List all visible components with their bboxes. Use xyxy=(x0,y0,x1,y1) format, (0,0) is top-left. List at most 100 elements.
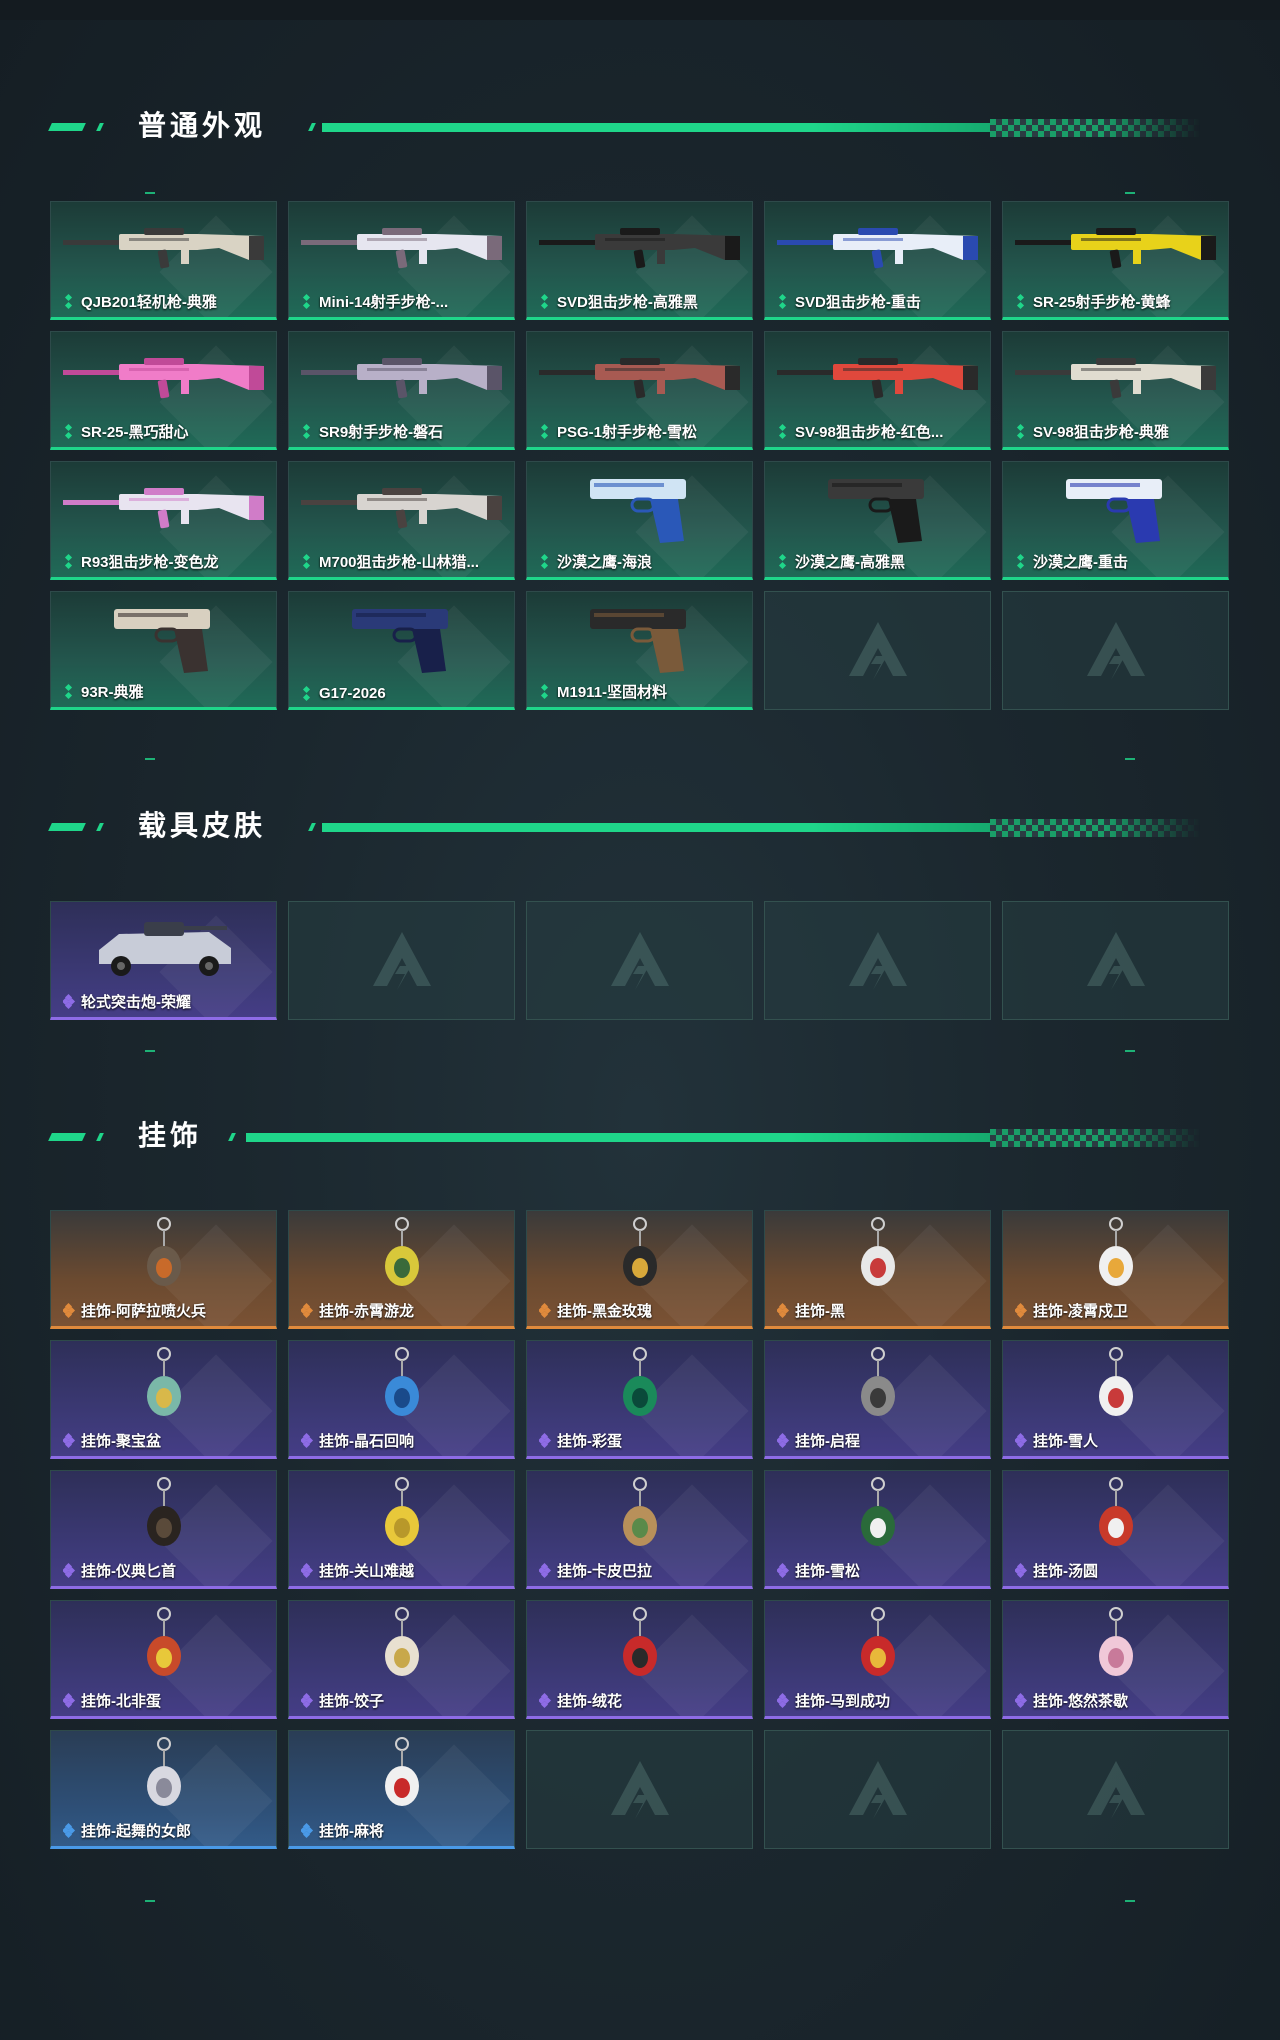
item-label-row: R93狙击步枪-变色龙 xyxy=(63,551,268,572)
rarity-diamond-icon xyxy=(1015,1432,1028,1448)
item-label-row: 挂饰-绒花 xyxy=(539,1690,744,1711)
item-card[interactable]: 挂饰-启程 xyxy=(764,1340,991,1459)
divider-tick xyxy=(145,1900,155,1902)
rarity-diamond-icon xyxy=(301,1302,314,1318)
item-label-row: SVD狙击步枪-高雅黑 xyxy=(539,291,744,312)
rarity-diamond-icon xyxy=(539,553,551,569)
divider-tick xyxy=(1125,758,1135,760)
item-label-row: M700狙击步枪-山林猎... xyxy=(301,551,506,572)
item-card[interactable]: R93狙击步枪-变色龙 xyxy=(50,461,277,580)
pistol-icon xyxy=(289,598,514,676)
item-card[interactable]: G17-2026 xyxy=(288,591,515,710)
rarity-diamond-icon xyxy=(1015,553,1027,569)
rarity-diamond-icon xyxy=(301,1432,314,1448)
empty-slot xyxy=(1002,591,1229,710)
rarity-diamond-icon xyxy=(63,1302,76,1318)
item-card[interactable]: M1911-坚固材料 xyxy=(526,591,753,710)
item-card[interactable]: SR9射手步枪-磐石 xyxy=(288,331,515,450)
item-card[interactable]: 挂饰-聚宝盆 xyxy=(50,1340,277,1459)
item-card[interactable]: SVD狙击步枪-高雅黑 xyxy=(526,201,753,320)
item-card[interactable]: M700狙击步枪-山林猎... xyxy=(288,461,515,580)
item-name: SVD狙击步枪-高雅黑 xyxy=(557,294,698,311)
item-card[interactable]: Mini-14射手步枪-... xyxy=(288,201,515,320)
item-name: SR9射手步枪-磐石 xyxy=(319,424,444,441)
rarity-diamond-icon xyxy=(1015,293,1027,309)
item-name: PSG-1射手步枪-雪松 xyxy=(557,424,698,441)
item-card[interactable]: 挂饰-彩蛋 xyxy=(526,1340,753,1459)
empty-slot xyxy=(526,1730,753,1849)
item-card[interactable]: 挂饰-卡皮巴拉 xyxy=(526,1470,753,1589)
header-accent xyxy=(96,123,104,131)
item-card[interactable]: SVD狙击步枪-重击 xyxy=(764,201,991,320)
header-accent xyxy=(96,823,104,831)
item-name: G17-2026 xyxy=(319,685,386,702)
item-card[interactable]: 挂饰-麻将 xyxy=(288,1730,515,1849)
item-card[interactable]: 轮式突击炮-荣耀 xyxy=(50,901,277,1020)
item-card[interactable]: 挂饰-悠然茶歇 xyxy=(1002,1600,1229,1719)
item-label-row: 挂饰-雪松 xyxy=(777,1560,982,1581)
sniper-rifle-icon xyxy=(765,338,990,416)
item-name: 挂饰-汤圆 xyxy=(1033,1563,1098,1580)
item-label-row: 挂饰-彩蛋 xyxy=(539,1430,744,1451)
item-card[interactable]: 挂饰-关山难越 xyxy=(288,1470,515,1589)
empty-slot xyxy=(764,591,991,710)
item-card[interactable]: 挂饰-雪松 xyxy=(764,1470,991,1589)
rarity-diamond-icon xyxy=(539,1432,552,1448)
sniper-rifle-icon xyxy=(51,468,276,546)
item-card[interactable]: 93R-典雅 xyxy=(50,591,277,710)
item-label-row: SR9射手步枪-磐石 xyxy=(301,421,506,442)
item-card[interactable]: 挂饰-雪人 xyxy=(1002,1340,1229,1459)
rarity-diamond-icon xyxy=(539,1302,552,1318)
item-card[interactable]: 挂饰-北非蛋 xyxy=(50,1600,277,1719)
rarity-diamond-icon xyxy=(63,1692,76,1708)
item-name: 挂饰-关山难越 xyxy=(319,1563,414,1580)
rarity-diamond-icon xyxy=(777,423,789,439)
item-card[interactable]: SR-25-黑巧甜心 xyxy=(50,331,277,450)
header-accent xyxy=(228,1133,236,1141)
item-card[interactable]: 沙漠之鹰-高雅黑 xyxy=(764,461,991,580)
item-label-row: 挂饰-悠然茶歇 xyxy=(1015,1690,1220,1711)
item-card[interactable]: 挂饰-马到成功 xyxy=(764,1600,991,1719)
item-card[interactable]: 挂饰-凌霄戍卫 xyxy=(1002,1210,1229,1329)
section-header: 挂饰 xyxy=(0,1116,1280,1156)
item-card[interactable]: 挂饰-阿萨拉喷火兵 xyxy=(50,1210,277,1329)
item-name: 沙漠之鹰-海浪 xyxy=(557,554,652,571)
rarity-diamond-icon xyxy=(539,423,551,439)
item-card[interactable]: QJB201轻机枪-典雅 xyxy=(50,201,277,320)
item-card[interactable]: 挂饰-黑金玫瑰 xyxy=(526,1210,753,1329)
header-accent xyxy=(48,823,86,831)
item-card[interactable]: 挂饰-黑 xyxy=(764,1210,991,1329)
item-name: 沙漠之鹰-重击 xyxy=(1033,554,1128,571)
charm-icon xyxy=(527,1347,752,1425)
rarity-diamond-icon xyxy=(539,293,551,309)
section-title: 载具皮肤 xyxy=(138,810,267,841)
item-card[interactable]: 沙漠之鹰-重击 xyxy=(1002,461,1229,580)
item-name: 挂饰-启程 xyxy=(795,1433,860,1450)
item-name: 挂饰-卡皮巴拉 xyxy=(557,1563,652,1580)
empty-slot-logo-icon xyxy=(848,621,907,680)
item-card[interactable]: 挂饰-仪典匕首 xyxy=(50,1470,277,1589)
item-card[interactable]: 挂饰-汤圆 xyxy=(1002,1470,1229,1589)
item-name: 挂饰-聚宝盆 xyxy=(81,1433,161,1450)
item-card[interactable]: 挂饰-赤霄游龙 xyxy=(288,1210,515,1329)
empty-slot-logo-icon xyxy=(848,931,907,990)
charm-icon xyxy=(765,1217,990,1295)
item-card[interactable]: 挂饰-起舞的女郎 xyxy=(50,1730,277,1849)
item-label-row: 93R-典雅 xyxy=(63,681,268,702)
item-card[interactable]: SR-25射手步枪-黄蜂 xyxy=(1002,201,1229,320)
light-machine-gun-icon xyxy=(51,208,276,286)
item-label-row: 挂饰-晶石回响 xyxy=(301,1430,506,1451)
item-card[interactable]: 挂饰-饺子 xyxy=(288,1600,515,1719)
item-card[interactable]: SV-98狙击步枪-红色... xyxy=(764,331,991,450)
item-name: 挂饰-彩蛋 xyxy=(557,1433,622,1450)
item-card[interactable]: PSG-1射手步枪-雪松 xyxy=(526,331,753,450)
item-card[interactable]: 挂饰-晶石回响 xyxy=(288,1340,515,1459)
divider-tick xyxy=(1125,192,1135,194)
header-accent xyxy=(48,123,86,131)
header-accent xyxy=(308,123,316,131)
item-card[interactable]: SV-98狙击步枪-典雅 xyxy=(1002,331,1229,450)
rarity-diamond-icon xyxy=(63,993,76,1009)
item-card[interactable]: 沙漠之鹰-海浪 xyxy=(526,461,753,580)
item-card[interactable]: 挂饰-绒花 xyxy=(526,1600,753,1719)
item-name: 挂饰-雪人 xyxy=(1033,1433,1098,1450)
